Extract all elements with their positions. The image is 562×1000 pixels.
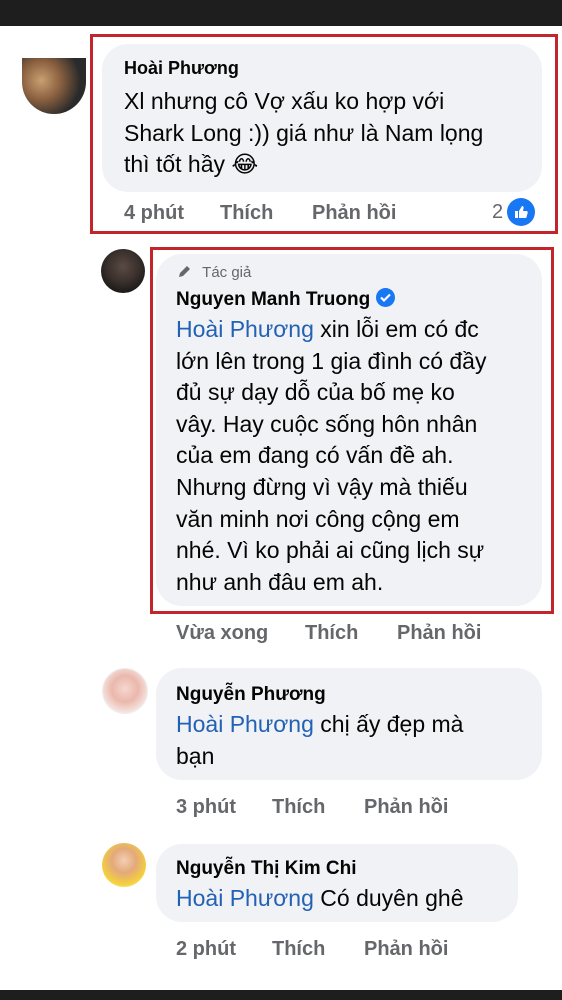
comment-text: Hoài Phương Có duyên ghê (176, 883, 516, 915)
mention-link[interactable]: Hoài Phương (176, 885, 314, 911)
comment-line: bạn (176, 742, 215, 769)
highlight-box-2 (150, 247, 554, 614)
avatar-nguyen-phuong[interactable] (102, 668, 148, 714)
reply-button[interactable]: Phản hồi (397, 622, 481, 645)
like-button[interactable]: Thích (305, 622, 358, 645)
comment-line: Hoài Phương Có duyên ghê (176, 883, 516, 915)
reply-button[interactable]: Phản hồi (364, 796, 448, 819)
comment-line-text: chị ấy đẹp mà (313, 711, 464, 737)
mention-link[interactable]: Hoài Phương (176, 711, 314, 737)
comment-text: Hoài Phương chị ấy đẹp mà bạn (176, 709, 536, 772)
comment-time[interactable]: 3 phút (176, 796, 236, 819)
like-button[interactable]: Thích (272, 938, 325, 961)
avatar-nguyen-manh-truong[interactable] (101, 249, 145, 293)
bottom-edge (0, 990, 562, 1000)
comment-line: Hoài Phương chị ấy đẹp mà (176, 709, 536, 741)
like-button[interactable]: Thích (272, 796, 325, 819)
comment-author[interactable]: Nguyễn Phương (176, 684, 326, 706)
reply-button[interactable]: Phản hồi (364, 938, 448, 961)
avatar-hoai-phuong[interactable] (22, 58, 86, 114)
avatar-nguyen-thi-kim-chi[interactable] (102, 843, 146, 887)
status-bar (0, 0, 562, 26)
comment-time[interactable]: Vừa xong (176, 622, 268, 645)
comment-author[interactable]: Nguyễn Thị Kim Chi (176, 858, 357, 880)
highlight-box-1 (90, 34, 558, 234)
comment-line-text: Có duyên ghê (313, 885, 464, 911)
comment-time[interactable]: 2 phút (176, 938, 236, 961)
